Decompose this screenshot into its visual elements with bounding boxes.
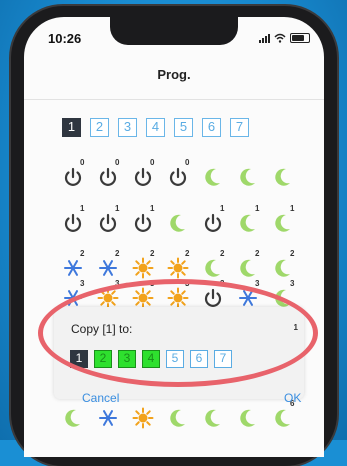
schedule-cell[interactable] — [198, 399, 233, 431]
header-divider — [24, 99, 324, 100]
schedule-cell[interactable]: 2 — [198, 249, 233, 281]
schedule-cell[interactable]: 0 — [58, 158, 93, 190]
day-tab-7[interactable]: 7 — [230, 118, 249, 137]
page-title: Prog. — [157, 67, 191, 82]
cancel-button[interactable]: Cancel — [82, 391, 119, 405]
battery-icon — [290, 33, 310, 43]
schedule-cell[interactable] — [233, 158, 268, 190]
status-icons — [259, 33, 310, 43]
schedule-cell[interactable] — [198, 158, 233, 190]
schedule-cell[interactable] — [163, 399, 198, 431]
schedule-cell[interactable]: 1 — [198, 204, 233, 236]
phone-notch — [110, 17, 238, 45]
ok-button[interactable]: OK — [284, 391, 301, 405]
day-tab-4[interactable]: 4 — [146, 118, 165, 137]
day-selector: 1234567 — [62, 118, 249, 137]
schedule-cell[interactable]: 1 — [128, 204, 163, 236]
schedule-cell[interactable]: 2 — [128, 249, 163, 281]
schedule-cell[interactable]: 1 — [268, 204, 303, 236]
schedule-cell[interactable]: 0 — [93, 158, 128, 190]
schedule-cell[interactable]: 1 — [93, 204, 128, 236]
schedule-cell[interactable] — [233, 399, 268, 431]
schedule-row: 2222222 — [58, 249, 303, 281]
signal-icon — [259, 34, 270, 43]
schedule-cell[interactable] — [163, 204, 198, 236]
schedule-cell[interactable]: 1 — [58, 204, 93, 236]
day-tab-3[interactable]: 3 — [118, 118, 137, 137]
status-time: 10:26 — [48, 31, 82, 46]
schedule-cell[interactable]: 1 — [233, 204, 268, 236]
app-screen: 10:26 Prog. 1234567 00001111112222222333… — [24, 17, 324, 457]
schedule-cell[interactable]: 2 — [268, 249, 303, 281]
schedule-row: 111111 — [58, 204, 303, 236]
day-tab-2[interactable]: 2 — [90, 118, 109, 137]
wifi-icon — [274, 33, 286, 43]
day-tab-6[interactable]: 6 — [202, 118, 221, 137]
schedule-cell[interactable]: 2 — [163, 249, 198, 281]
day-tab-5[interactable]: 5 — [174, 118, 193, 137]
schedule-row: 0000 — [58, 158, 303, 190]
schedule-cell[interactable] — [128, 399, 163, 431]
schedule-cell[interactable]: 0 — [163, 158, 198, 190]
schedule-cell[interactable] — [268, 158, 303, 190]
schedule-cell[interactable]: 0 — [128, 158, 163, 190]
highlight-ring — [38, 279, 318, 387]
schedule-cell[interactable]: 2 — [58, 249, 93, 281]
schedule-cell[interactable]: 2 — [93, 249, 128, 281]
day-tab-1[interactable]: 1 — [62, 118, 81, 137]
schedule-cell[interactable]: 2 — [233, 249, 268, 281]
